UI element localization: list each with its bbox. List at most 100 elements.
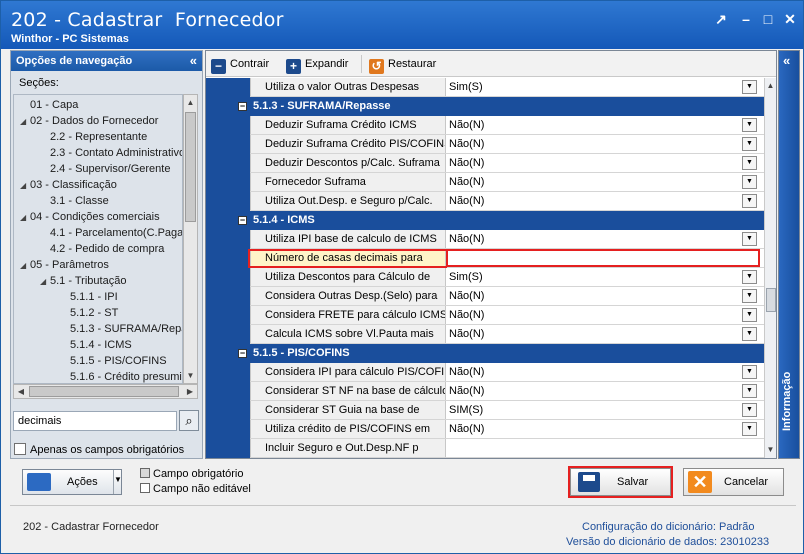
property-value[interactable]: Não(N) [447, 154, 764, 172]
chevron-down-icon[interactable]: ▼ [742, 270, 757, 284]
tree-item[interactable]: ◢ 03 - Classificação [20, 177, 117, 193]
restaurar-label: Restaurar [388, 58, 437, 70]
acoes-button[interactable]: Ações ▼ [22, 469, 122, 495]
collapse-section-icon[interactable]: − [238, 349, 247, 358]
collapse-section-icon[interactable]: − [238, 216, 247, 225]
scroll-up-icon[interactable]: ▲ [765, 78, 776, 93]
cancelar-button[interactable]: ✕ Cancelar [683, 468, 784, 496]
scroll-thumb[interactable] [766, 288, 776, 312]
property-value[interactable]: Não(N) [447, 173, 764, 191]
chevron-down-icon[interactable]: ▼ [742, 308, 757, 322]
chevron-down-icon[interactable]: ▼ [742, 156, 757, 170]
property-label: Calcula ICMS sobre Vl.Pauta mais [250, 325, 446, 343]
scroll-left-icon[interactable]: ◀ [14, 384, 28, 399]
scroll-thumb[interactable] [29, 386, 179, 397]
scroll-thumb[interactable] [185, 112, 196, 222]
salvar-button[interactable]: Salvar [570, 468, 671, 496]
property-value[interactable]: Não(N) [447, 116, 764, 134]
tree-item[interactable]: ◢ 04 - Condições comerciais [20, 209, 160, 225]
tree-item-label: 2.3 - Contato Administrativo [50, 147, 183, 159]
property-value[interactable]: Não(N) [447, 306, 764, 324]
tree-item[interactable]: 5.1.6 - Crédito presumido [60, 369, 182, 383]
property-value[interactable]: SIM(S) [447, 401, 764, 419]
chevron-down-icon[interactable]: ▼ [742, 118, 757, 132]
tree-item[interactable]: 5.1.1 - IPI [60, 289, 118, 305]
section-tree: 01 - Capa ◢ 02 - Dados do Fornecedor 2.2 - … [13, 94, 183, 384]
chevron-down-icon[interactable]: ▼ [114, 475, 122, 484]
tree-item[interactable]: ◢ 02 - Dados do Fornecedor [20, 113, 158, 129]
property-value[interactable]: Não(N) [447, 135, 764, 153]
property-value[interactable] [447, 439, 764, 457]
checkbox-box[interactable] [14, 443, 26, 455]
chevron-down-icon[interactable]: ▼ [742, 175, 757, 189]
expander-icon[interactable]: ◢ [40, 274, 50, 290]
maximize-icon[interactable]: □ [760, 11, 776, 27]
collapse-info-icon[interactable]: « [783, 53, 790, 68]
tree-item[interactable]: 2.2 - Representante [40, 129, 147, 145]
tree-item[interactable]: ◢ 5.1 - Tributação [40, 273, 126, 289]
section-header[interactable]: −5.1.5 - PIS/COFINS [234, 344, 764, 363]
tree-horizontal-scrollbar[interactable]: ◀ ▶ [13, 384, 198, 399]
expander-icon[interactable]: ◢ [20, 258, 30, 274]
property-row: Considerar ST Guia na base de SIM(S) ▼ [234, 401, 764, 420]
close-icon[interactable]: ✕ [782, 11, 798, 27]
restaurar-button[interactable]: ↺ Restaurar [369, 55, 437, 74]
collapse-section-icon[interactable]: − [238, 102, 247, 111]
property-value[interactable]: Não(N) [447, 420, 764, 438]
scroll-right-icon[interactable]: ▶ [183, 384, 197, 399]
search-input[interactable]: decimais [13, 411, 177, 431]
chevron-down-icon[interactable]: ▼ [742, 384, 757, 398]
property-value[interactable]: Não(N) [447, 287, 764, 305]
collapse-nav-icon[interactable]: « [190, 51, 197, 71]
expandir-button[interactable]: + Expandir [286, 55, 348, 74]
popout-icon[interactable]: ↗ [713, 11, 729, 27]
info-panel[interactable]: « Informação [778, 50, 800, 459]
expander-icon[interactable]: ◢ [20, 114, 30, 130]
property-value[interactable]: Não(N) [447, 382, 764, 400]
expander-icon[interactable]: ◢ [20, 178, 30, 194]
chevron-down-icon[interactable]: ▼ [742, 289, 757, 303]
property-value[interactable]: Não(N) [447, 325, 764, 343]
property-value[interactable]: Não(N) [447, 230, 764, 248]
chevron-down-icon[interactable]: ▼ [742, 137, 757, 151]
contrair-button[interactable]: − Contrair [211, 55, 269, 74]
section-header[interactable]: −5.1.3 - SUFRAMA/Repasse [234, 97, 764, 116]
tree-item[interactable]: 5.1.2 - ST [60, 305, 118, 321]
property-value[interactable]: Sim(S) [447, 268, 764, 286]
scroll-down-icon[interactable]: ▼ [184, 368, 197, 383]
tree-item[interactable]: 5.1.5 - PIS/COFINS [60, 353, 167, 369]
minimize-icon[interactable]: – [738, 11, 754, 27]
expander-icon[interactable]: ◢ [20, 210, 30, 226]
tree-item[interactable]: 3.1 - Classe [40, 193, 109, 209]
row-indent [234, 173, 250, 192]
property-value[interactable]: Não(N) [447, 192, 764, 210]
search-icon[interactable]: ⌕ [179, 410, 199, 431]
tree-item[interactable]: ◢ 05 - Parâmetros [20, 257, 109, 273]
scroll-down-icon[interactable]: ▼ [765, 442, 776, 457]
tree-item[interactable]: 2.3 - Contato Administrativo [40, 145, 183, 161]
chevron-down-icon[interactable]: ▼ [742, 194, 757, 208]
tree-vertical-scrollbar[interactable]: ▲ ▼ [183, 94, 198, 384]
property-label: Deduzir Descontos p/Calc. Suframa [250, 154, 446, 172]
grid-vertical-scrollbar[interactable]: ▲ ▼ [764, 78, 776, 458]
chevron-down-icon[interactable]: ▼ [742, 422, 757, 436]
chevron-down-icon[interactable]: ▼ [742, 403, 757, 417]
property-value[interactable]: Não(N) [447, 363, 764, 381]
chevron-down-icon[interactable]: ▼ [742, 327, 757, 341]
chevron-down-icon[interactable]: ▼ [742, 365, 757, 379]
property-label: Deduzir Suframa Crédito PIS/COFINS [250, 135, 446, 153]
tree-item[interactable]: 5.1.3 - SUFRAMA/Repasse [60, 321, 182, 337]
only-required-checkbox[interactable]: Apenas os campos obrigatórios [14, 443, 184, 456]
section-header[interactable]: −5.1.4 - ICMS [234, 211, 764, 230]
property-value[interactable]: Sim(S) [447, 78, 764, 96]
tree-item[interactable]: 5.1.4 - ICMS [60, 337, 132, 353]
chevron-down-icon[interactable]: ▼ [742, 232, 757, 246]
cancel-icon: ✕ [688, 471, 712, 493]
tree-item[interactable]: 01 - Capa [20, 97, 78, 113]
dictionary-config-label: Configuração do dicionário: [582, 521, 716, 533]
tree-item[interactable]: 4.1 - Parcelamento(C.Pagamento) [40, 225, 182, 241]
chevron-down-icon[interactable]: ▼ [742, 80, 757, 94]
tree-item[interactable]: 2.4 - Supervisor/Gerente [40, 161, 170, 177]
scroll-up-icon[interactable]: ▲ [184, 95, 197, 110]
tree-item[interactable]: 4.2 - Pedido de compra [40, 241, 164, 257]
